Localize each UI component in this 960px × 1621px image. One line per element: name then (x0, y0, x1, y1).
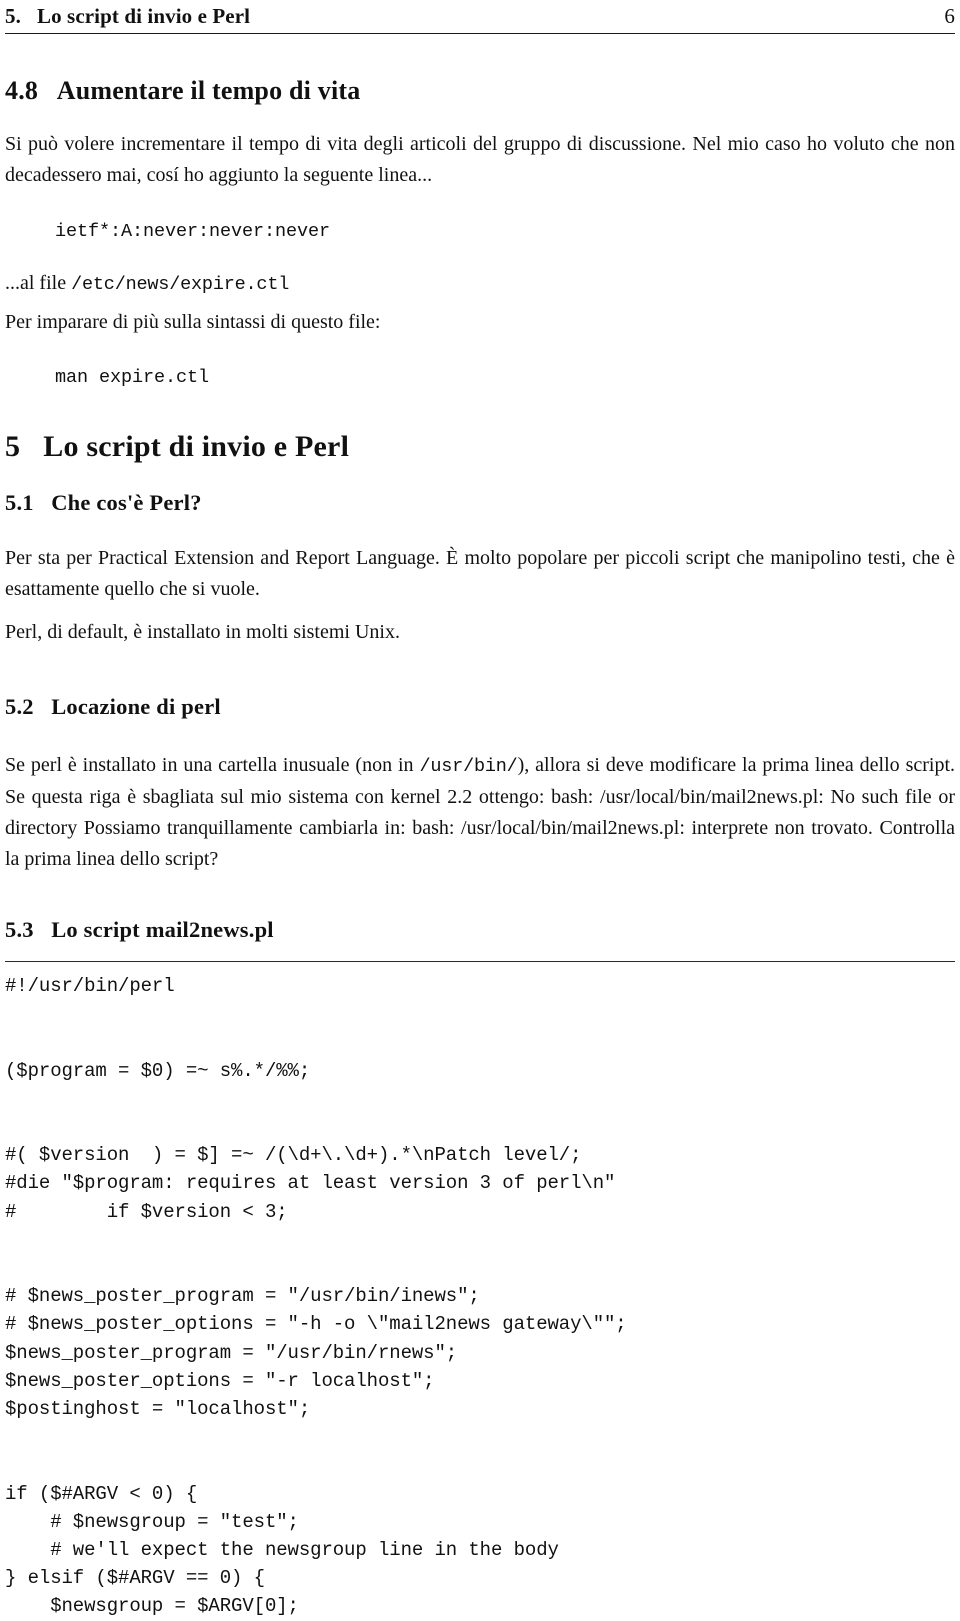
paragraph-5-2-location: Se perl è installato in una cartella inu… (5, 750, 955, 875)
heading-4-8: 4.8 Aumentare il tempo di vita (5, 76, 361, 105)
page-number: 6 (944, 4, 955, 28)
heading-5-1: 5.1 Che cos'è Perl? (5, 490, 202, 515)
code-line: $newsgroup = $ARGV[0]; (5, 1595, 299, 1618)
code-line: # we'll expect the newsgroup line in the… (5, 1539, 559, 1562)
code-line: # $news_poster_options = "-h -o \"mail2n… (5, 1313, 627, 1336)
heading-5: 5 Lo script di invio e Perl (5, 430, 350, 463)
code-line: # $news_poster_program = "/usr/bin/inews… (5, 1285, 480, 1308)
paragraph-4-8-syntax: Per imparare di più sulla sintassi di qu… (5, 311, 381, 333)
running-header: 5. Lo script di invio e Perl 6 (5, 0, 955, 29)
code-line: #!/usr/bin/perl (5, 975, 175, 997)
code-line: # $newsgroup = "test"; (5, 1510, 299, 1533)
verbatim-expire-line: ietf*:A:never:never:never (55, 221, 331, 242)
paragraph-5-1-install: Perl, di default, è installato in molti … (5, 621, 400, 643)
code-line: $postinghost = "localhost"; (5, 1398, 311, 1421)
code-listing-mail2news: #!/usr/bin/perl ($program = $0) =~ s%.*/… (5, 972, 955, 1621)
code-line: # if $version < 3; (5, 1200, 288, 1223)
code-line: } elsif ($#ARGV == 0) { (5, 1567, 265, 1590)
code-line: #( $version ) = $] =~ /(\d+\.\d+).*\nPat… (5, 1144, 582, 1167)
paragraph-4-8-file: ...al file /etc/news/expire.ctl (5, 268, 955, 300)
code-line: ($program = $0) =~ s%.*/%%; (5, 1059, 311, 1082)
paragraph-4-8-file-prefix: ...al file (5, 272, 72, 294)
document-page: 5. Lo script di invio e Perl 6 4.8 Aumen… (0, 0, 960, 1617)
paragraph-5-2-part-a: Se perl è installato in una cartella inu… (5, 754, 420, 776)
inline-code-expire-path: /etc/news/expire.ctl (71, 274, 290, 295)
verbatim-man-expire: man expire.ctl (55, 367, 210, 388)
running-header-title: 5. Lo script di invio e Perl (5, 4, 251, 28)
code-line: $news_poster_program = "/usr/bin/rnews"; (5, 1341, 458, 1364)
paragraph-4-8-intro: Si può volere incrementare il tempo di v… (5, 133, 955, 186)
heading-5-2: 5.2 Locazione di perl (5, 694, 221, 719)
code-line: $news_poster_options = "-r localhost"; (5, 1369, 435, 1392)
heading-5-3: 5.3 Lo script mail2news.pl (5, 917, 274, 942)
inline-code-usr-bin: /usr/bin/ (419, 756, 518, 777)
code-line: if ($#ARGV < 0) { (5, 1482, 198, 1505)
paragraph-5-1-definition: Per sta per Practical Extension and Repo… (5, 547, 955, 600)
code-line: #die "$program: requires at least versio… (5, 1172, 616, 1195)
